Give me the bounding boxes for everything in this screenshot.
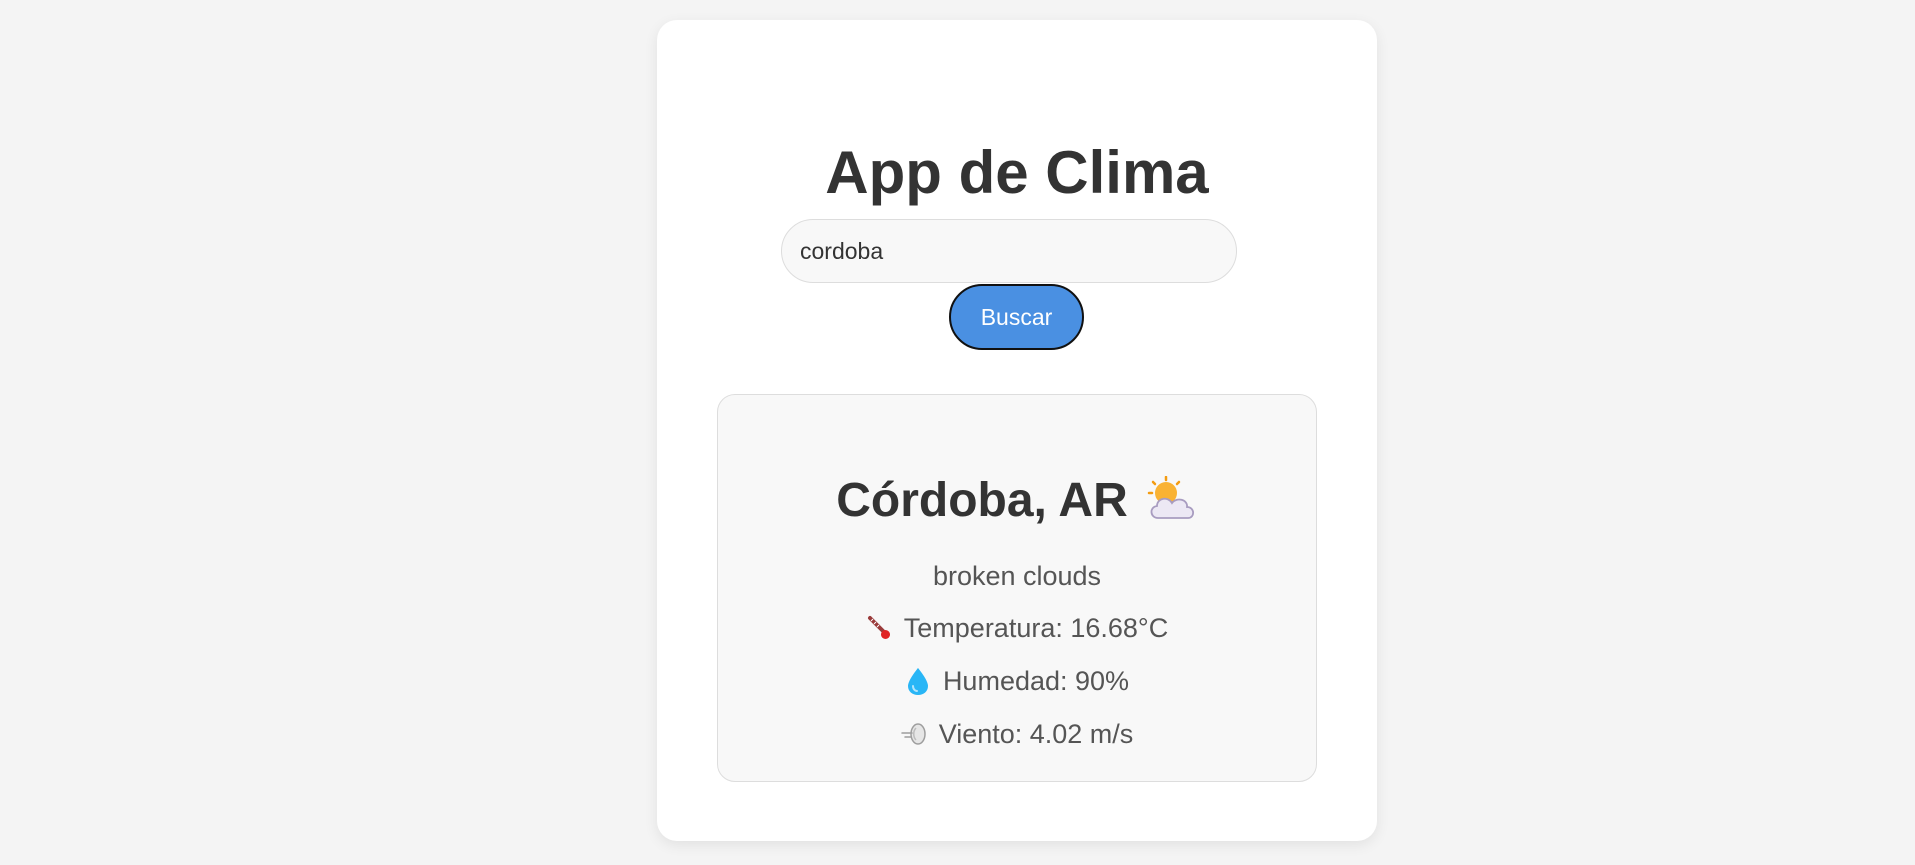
weather-app-card: App de Clima Buscar Córdoba, AR broken c… (657, 20, 1377, 841)
humidity-row: Humedad: 90% (718, 664, 1316, 698)
sun-behind-cloud-icon (1147, 476, 1194, 519)
wind-row: Viento: 4.02 m/s (718, 717, 1316, 751)
search-button[interactable]: Buscar (949, 284, 1084, 350)
city-search-input[interactable] (781, 219, 1237, 283)
humidity-text: Humedad: 90% (942, 666, 1130, 696)
wind-text: Viento: 4.02 m/s (938, 719, 1134, 749)
temperature-row: Temperatura: 16.68°C (718, 611, 1316, 645)
weather-description: broken clouds (932, 561, 1102, 591)
wind-icon (900, 723, 926, 745)
droplet-icon (907, 668, 928, 695)
city-heading: Córdoba, AR (718, 473, 1316, 529)
page-title: App de Clima (825, 139, 1209, 206)
weather-result-panel: Córdoba, AR broken clouds Temperatura: 1… (717, 394, 1317, 782)
city-name: Córdoba, AR (836, 474, 1128, 527)
temperature-text: Temperatura: 16.68°C (903, 613, 1169, 643)
thermometer-icon (867, 616, 890, 639)
